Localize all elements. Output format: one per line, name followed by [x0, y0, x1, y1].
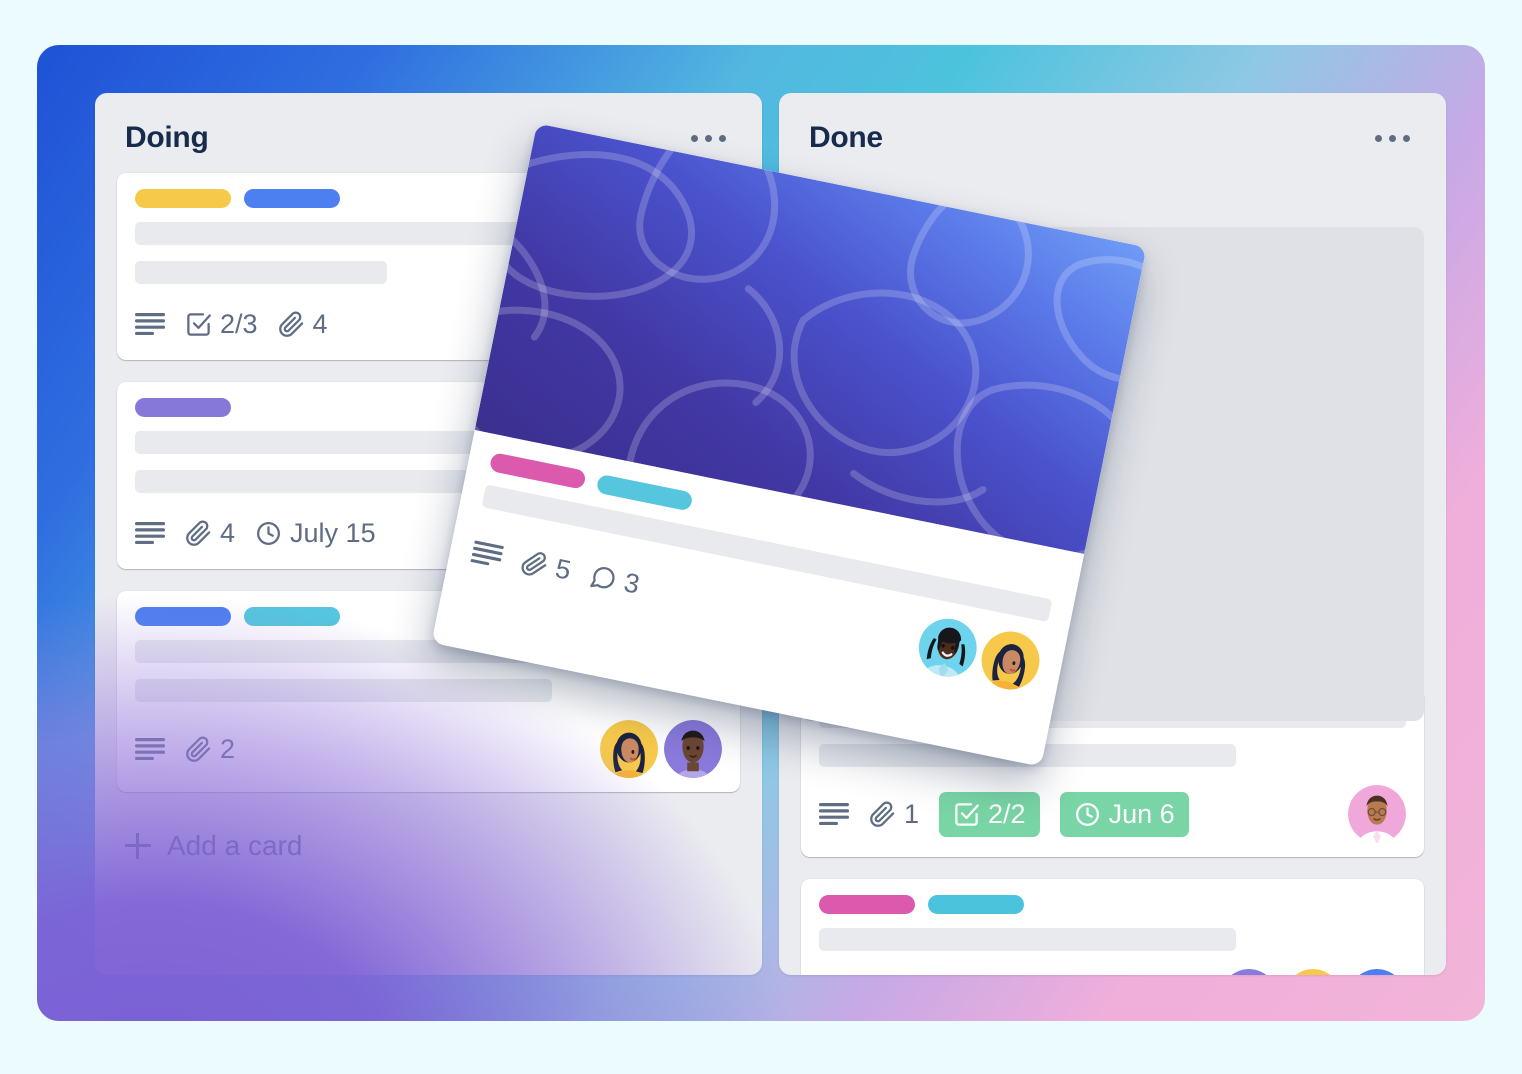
attachment-count: 4	[220, 517, 236, 548]
attachment-count: 1	[904, 798, 920, 829]
attachment-badge: 5	[519, 548, 574, 586]
ellipsis-dot	[719, 134, 726, 142]
attachment-count: 4	[312, 308, 328, 339]
checklist-badge-complete: 2/2	[939, 791, 1040, 837]
checklist-count: 2/3	[220, 308, 258, 339]
card-members	[600, 720, 722, 778]
attachment-badge: 1	[869, 798, 920, 829]
card-footer: 1 2/2 Jun 6	[819, 785, 1406, 843]
card-members	[1220, 969, 1406, 975]
card-subtitle-placeholder	[135, 679, 552, 702]
description-icon	[470, 540, 504, 568]
list-header-done: Done	[779, 93, 1446, 173]
due-date-badge-complete: Jun 6	[1059, 791, 1189, 837]
attachment-count: 5	[552, 552, 574, 586]
avatar-member-blue[interactable]	[1348, 969, 1406, 975]
label-pink[interactable]	[819, 895, 915, 914]
card-title-placeholder	[819, 928, 1236, 951]
avatar-member-pink[interactable]	[1348, 785, 1406, 843]
card-members	[1348, 785, 1406, 843]
avatar-member-purple-2[interactable]	[1220, 969, 1278, 975]
list-title-done: Done	[809, 121, 883, 154]
list-title-doing: Doing	[125, 121, 209, 154]
label-purple[interactable]	[135, 398, 231, 417]
card-members	[914, 614, 1045, 695]
card-subtitle-placeholder	[135, 261, 388, 284]
avatar-member-cyan[interactable]	[914, 614, 982, 682]
card-done-2[interactable]	[801, 879, 1424, 975]
ellipsis-dot	[1403, 134, 1410, 142]
description-icon	[819, 803, 849, 825]
ellipsis-dot	[691, 134, 698, 142]
avatar-member-yellow-2[interactable]	[1284, 969, 1342, 975]
description-icon	[135, 738, 165, 760]
due-date-badge: July 15	[255, 517, 376, 548]
card-footer: 2	[135, 720, 722, 778]
add-a-card-button[interactable]: Add a card	[95, 814, 762, 888]
description-icon	[135, 522, 165, 544]
description-icon	[135, 313, 165, 335]
footer-spacer	[659, 589, 900, 638]
due-date-text: July 15	[290, 517, 376, 548]
screenshot-root: Doing 2/3 4 4 July 15 2 Add a card Done …	[0, 0, 1522, 1074]
checklist-count: 2/2	[988, 798, 1026, 829]
avatar-member-purple[interactable]	[664, 720, 722, 778]
attachment-count: 2	[220, 733, 236, 764]
attachment-badge: 4	[185, 517, 236, 548]
ellipsis-icon[interactable]	[1369, 125, 1416, 152]
attachment-badge: 4	[278, 308, 328, 339]
label-cyan[interactable]	[928, 895, 1024, 914]
avatar-member-yellow-3[interactable]	[976, 626, 1044, 695]
label-cyan[interactable]	[595, 473, 694, 512]
comment-badge: 3	[587, 562, 643, 600]
due-date-text: Jun 6	[1108, 798, 1175, 829]
attachment-badge: 2	[185, 733, 236, 764]
add-a-card-label: Add a card	[167, 830, 303, 861]
comment-count: 3	[621, 566, 643, 600]
trello-board: Doing 2/3 4 4 July 15 2 Add a card Done …	[37, 45, 1485, 1021]
card-footer	[819, 969, 1406, 975]
checklist-badge: 2/3	[185, 308, 258, 339]
label-pink[interactable]	[488, 452, 587, 490]
ellipsis-dot	[1375, 134, 1382, 142]
avatar-member-yellow[interactable]	[600, 720, 658, 778]
label-blue[interactable]	[244, 189, 340, 208]
card-labels	[819, 895, 1406, 914]
ellipsis-dot	[705, 134, 712, 142]
plus-icon	[125, 833, 151, 859]
label-cyan[interactable]	[244, 607, 340, 626]
label-blue[interactable]	[135, 607, 231, 626]
label-yellow[interactable]	[135, 189, 231, 208]
ellipsis-icon[interactable]	[685, 125, 732, 152]
ellipsis-dot	[1389, 134, 1396, 142]
